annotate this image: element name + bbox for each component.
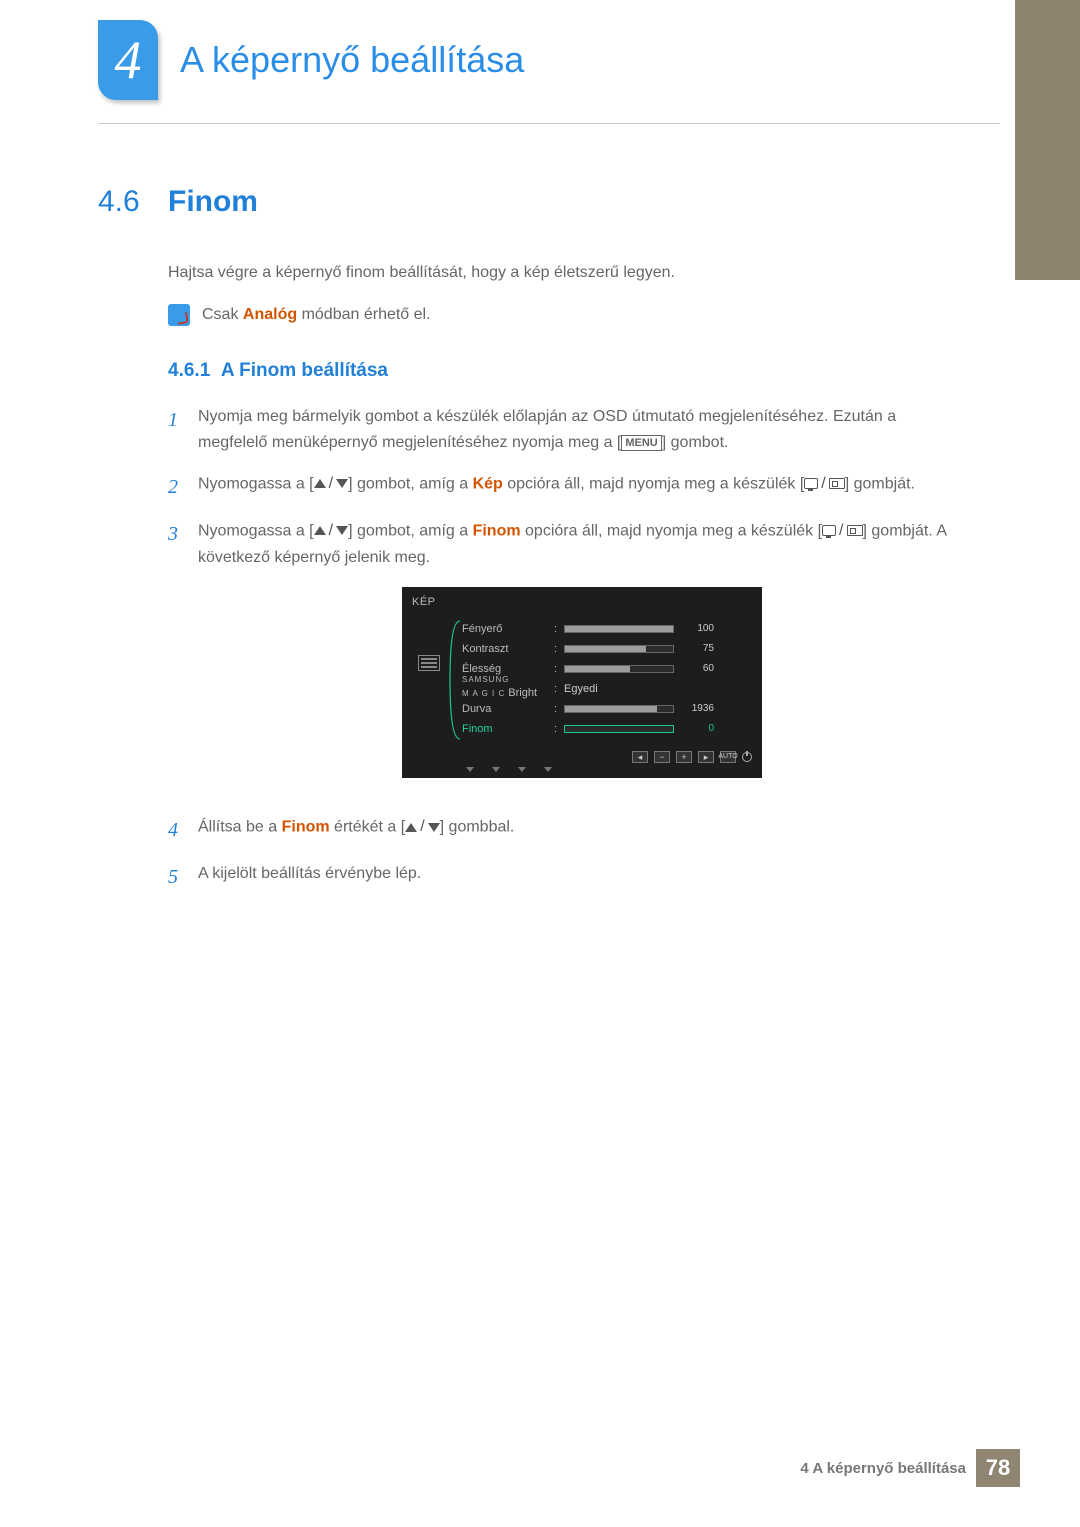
osd-row-brightness: Fényerő: 100 [462,619,752,639]
content: 4.6 Finom Hajtsa végre a képernyő finom … [98,185,966,908]
down-arrow-icon [492,767,500,772]
osd-back-icon: ◂ [632,751,648,763]
osd-row-contrast: Kontraszt: 75 [462,639,752,659]
source-icon: / [804,471,844,497]
osd-enter-icon: ▸ [698,751,714,763]
menu-button-icon: MENU [621,435,661,451]
page-number: 78 [976,1449,1020,1487]
osd-title: KÉP [402,587,762,615]
power-icon [742,752,752,762]
step-2: 2 Nyomogassa a [/] gombot, amíg a Kép op… [168,471,966,504]
down-arrow-icon [466,767,474,772]
osd-button-row: ◂ − + ▸ AUTO [402,749,762,763]
osd-row-fine: Finom: 0 [462,719,752,739]
section-heading: 4.6 Finom [98,185,966,219]
section-title: Finom [168,185,258,219]
up-down-icon: / [405,814,439,840]
up-down-icon: / [314,518,348,544]
up-down-icon: / [314,471,348,497]
side-tab [1015,0,1080,280]
footer: 4 A képernyő beállítása 78 [800,1449,1020,1487]
chapter-badge: 4 [98,20,158,100]
chapter-header: 4 A képernyő beállítása [98,20,524,100]
osd-menu-icon [418,655,440,671]
footer-text: 4 A képernyő beállítása [800,1460,966,1477]
osd-row-coarse: Durva: 1936 [462,699,752,719]
osd-row-magic: SAMSUNG M A G I C Bright : Egyedi [462,679,752,699]
osd-screenshot: KÉP Fényerő: 100 [402,587,762,778]
osd-auto-label: AUTO [720,751,736,763]
intro-text: Hajtsa végre a képernyő finom beállításá… [168,264,966,282]
osd-plus-icon: + [676,751,692,763]
page: 4 A képernyő beállítása 4.6 Finom Hajtsa… [0,0,1080,1527]
step-1: 1 Nyomja meg bármelyik gombot a készülék… [168,404,966,457]
note-icon [168,304,190,326]
down-arrow-icon [544,767,552,772]
subsection-heading: 4.6.1 A Finom beállítása [168,360,966,382]
steps-list: 1 Nyomja meg bármelyik gombot a készülék… [168,404,966,894]
note-text: Csak Analóg módban érhető el. [202,306,431,324]
step-5: 5 A kijelölt beállítás érvénybe lép. [168,861,966,894]
osd-minus-icon: − [654,751,670,763]
chapter-number: 4 [115,29,142,91]
step-4: 4 Állítsa be a Finom értékét a [/] gombb… [168,814,966,847]
section-number: 4.6 [98,185,168,219]
chapter-title: A képernyő beállítása [180,39,524,81]
osd-bracket-icon [448,619,462,741]
down-arrow-icon [518,767,526,772]
header-rule [98,123,1000,124]
step-3: 3 Nyomogassa a [/] gombot, amíg a Finom … [168,518,966,800]
note: Csak Analóg módban érhető el. [168,304,966,326]
source-icon: / [822,518,862,544]
